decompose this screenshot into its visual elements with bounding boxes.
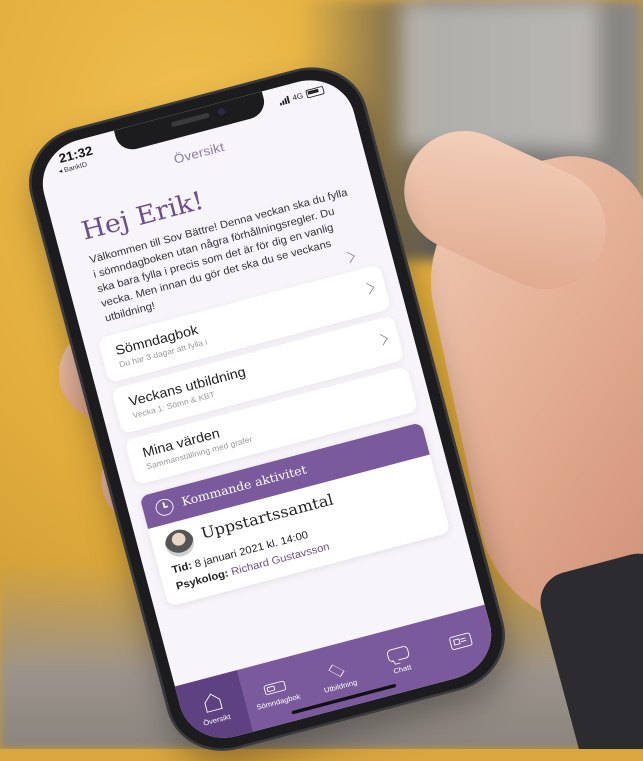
phone-wrapper: 21:32 ◂ BankID 4G Översikt Hej Erik! Väl… — [0, 0, 643, 761]
chevron-right-icon — [375, 333, 388, 346]
chevron-right-icon — [361, 282, 375, 295]
main-content: Hej Erik! Välkommen till Sov Bättre! Den… — [49, 128, 485, 686]
tab-label: Sömndagbok — [255, 691, 302, 712]
phone: 21:32 ◂ BankID 4G Översikt Hej Erik! Väl… — [20, 57, 514, 761]
speaker — [170, 112, 211, 128]
network-label: 4G — [291, 91, 304, 103]
id-card-icon — [449, 631, 474, 651]
status-indicators: 4G — [278, 85, 325, 106]
bed-icon — [262, 680, 287, 696]
app-screen: 21:32 ◂ BankID 4G Översikt Hej Erik! Väl… — [33, 70, 501, 749]
tab-label: Översikt — [202, 711, 232, 727]
house-icon — [203, 698, 223, 713]
clock-icon — [153, 496, 176, 518]
chat-icon — [386, 644, 411, 663]
graduation-cap-icon — [325, 660, 348, 680]
camera — [217, 107, 226, 116]
avatar — [162, 526, 198, 560]
tab-label: Utbildning — [323, 677, 359, 695]
battery-icon — [305, 85, 325, 99]
signal-icon — [278, 95, 290, 106]
time-label: Tid: — [170, 559, 194, 576]
